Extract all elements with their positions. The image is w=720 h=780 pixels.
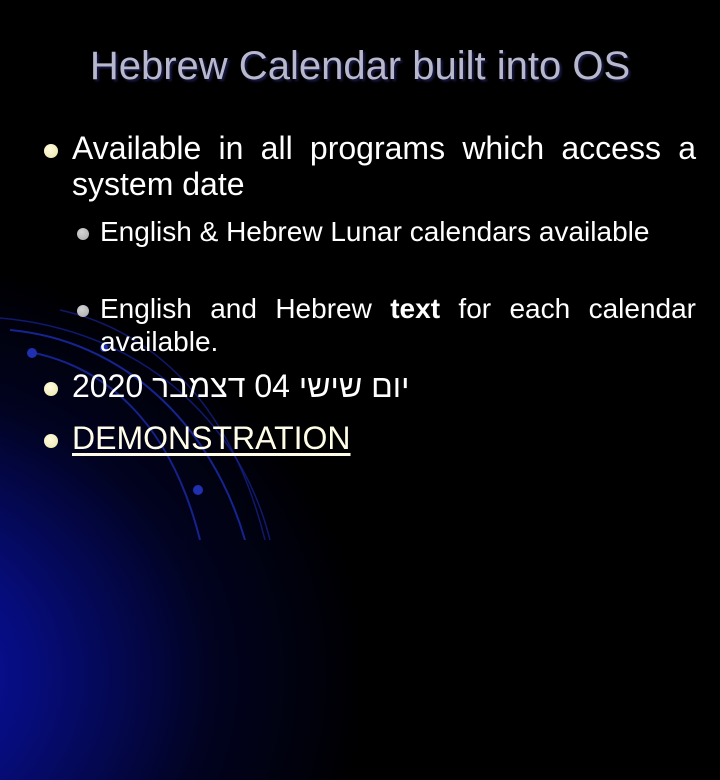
- bullet-dot-icon: [44, 434, 58, 448]
- demonstration-link[interactable]: DEMONSTRATION: [72, 420, 351, 456]
- bullet-hebrew-date: 2020 יום שישי 04 דצמבר: [44, 368, 696, 404]
- bullet-demonstration: DEMONSTRATION: [44, 420, 696, 456]
- subbullet-text-each-calendar: English and Hebrew text for each calenda…: [77, 292, 696, 358]
- bullet-text: Available in all programs which access a…: [72, 130, 696, 202]
- subbullet-lunar-calendars: English & Hebrew Lunar calendars availab…: [77, 215, 696, 248]
- arc-dot-1: [27, 348, 37, 358]
- arc-dot-2: [193, 485, 203, 495]
- sub-bullet-dot-icon: [77, 228, 89, 240]
- hebrew-date-text: 2020 יום שישי 04 דצמבר: [72, 368, 410, 404]
- bullet-dot-icon: [44, 144, 58, 158]
- bullet-dot-icon: [44, 382, 58, 396]
- bullet-text-start: English and Hebrew: [100, 293, 391, 324]
- sub-bullet-dot-icon: [77, 305, 89, 317]
- bullet-text-bold: text: [390, 293, 441, 324]
- bullet-available-programs: Available in all programs which access a…: [44, 130, 696, 202]
- slide-title: Hebrew Calendar built into OS: [89, 44, 631, 88]
- bullet-text: English & Hebrew Lunar calendars availab…: [100, 216, 650, 247]
